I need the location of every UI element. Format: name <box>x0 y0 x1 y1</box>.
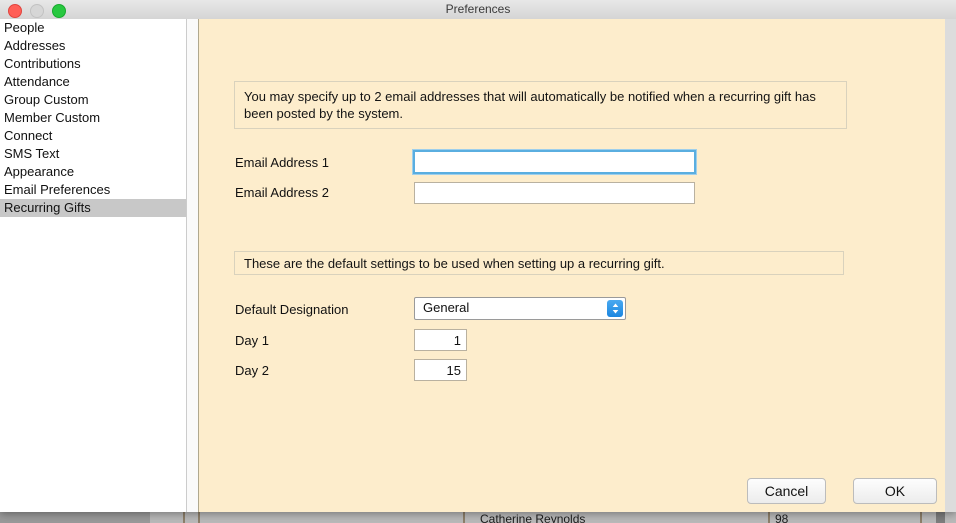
sidebar-item-recurring-gifts[interactable]: Recurring Gifts <box>0 199 186 217</box>
day-2-input[interactable] <box>414 359 467 381</box>
email-notification-info-banner: You may specify up to 2 email addresses … <box>234 81 847 129</box>
day-1-label: Day 1 <box>235 333 269 348</box>
row-divider <box>198 512 200 523</box>
row-divider <box>463 512 465 523</box>
preferences-dialog: Preferences People Addresses Contributio… <box>0 0 956 512</box>
sidebar-item-attendance[interactable]: Attendance <box>0 73 186 91</box>
background-scrollbar-thumb[interactable] <box>936 512 945 523</box>
panel-right-edge <box>945 19 956 512</box>
email-address-2-label: Email Address 2 <box>235 185 329 200</box>
default-designation-select[interactable]: General <box>414 297 626 320</box>
email-address-2-input[interactable] <box>414 182 695 204</box>
default-settings-info-banner: These are the default settings to be use… <box>234 251 844 275</box>
sidebar-item-group-custom[interactable]: Group Custom <box>0 91 186 109</box>
email-address-1-input[interactable] <box>413 150 696 174</box>
sidebar-item-email-preferences[interactable]: Email Preferences <box>0 181 186 199</box>
row-divider <box>768 512 770 523</box>
sidebar-scroll-gutter[interactable] <box>187 19 199 512</box>
background-table-row[interactable]: Catherine Reynolds 98 <box>150 512 956 523</box>
email-address-1-label: Email Address 1 <box>235 155 329 170</box>
row-divider <box>920 512 922 523</box>
window-titlebar[interactable]: Preferences <box>0 0 956 20</box>
dialog-body: People Addresses Contributions Attendanc… <box>0 19 956 512</box>
default-designation-label: Default Designation <box>235 302 349 317</box>
sidebar-item-sms-text[interactable]: SMS Text <box>0 145 186 163</box>
cancel-button[interactable]: Cancel <box>747 478 826 504</box>
sidebar-item-addresses[interactable]: Addresses <box>0 37 186 55</box>
day-2-label: Day 2 <box>235 363 269 378</box>
row-divider <box>183 512 185 523</box>
day-1-input[interactable] <box>414 329 467 351</box>
background-row-value: 98 <box>775 512 789 523</box>
window-title: Preferences <box>445 2 511 16</box>
sidebar-item-member-custom[interactable]: Member Custom <box>0 109 186 127</box>
ok-button[interactable]: OK <box>853 478 937 504</box>
chevron-up-down-icon[interactable] <box>607 300 623 317</box>
recurring-gifts-settings-panel: You may specify up to 2 email addresses … <box>199 19 945 512</box>
default-designation-value: General <box>423 300 470 315</box>
sidebar-item-people[interactable]: People <box>0 19 186 37</box>
sidebar-item-appearance[interactable]: Appearance <box>0 163 186 181</box>
preferences-category-list[interactable]: People Addresses Contributions Attendanc… <box>0 19 187 512</box>
sidebar-item-connect[interactable]: Connect <box>0 127 186 145</box>
background-row-name: Catherine Reynolds <box>480 512 586 523</box>
sidebar-item-contributions[interactable]: Contributions <box>0 55 186 73</box>
